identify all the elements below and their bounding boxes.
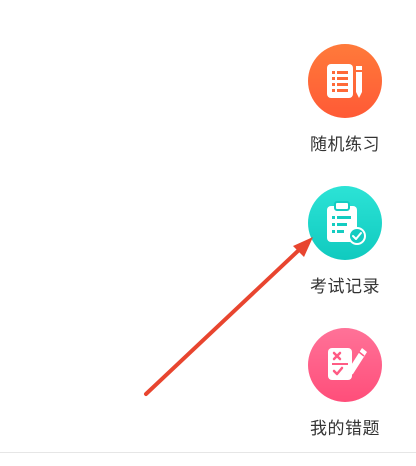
menu-item-label: 考试记录 bbox=[310, 277, 380, 297]
menu-item-label: 随机练习 bbox=[310, 135, 380, 155]
menu-item-exam-records[interactable]: 考试记录 bbox=[300, 186, 390, 297]
clipboard-check-icon bbox=[308, 186, 382, 260]
arrow-shaft bbox=[144, 247, 302, 396]
screen: 随机练习 考试记录 我的错题 bbox=[0, 0, 416, 466]
menu-item-label: 我的错题 bbox=[310, 419, 380, 439]
random-practice-icon-circle bbox=[308, 44, 382, 118]
menu-item-my-mistakes[interactable]: 我的错题 bbox=[300, 328, 390, 439]
exam-records-icon-circle bbox=[308, 186, 382, 260]
menu-item-random-practice[interactable]: 随机练习 bbox=[300, 44, 390, 155]
mistake-pencil-icon bbox=[308, 328, 382, 402]
notebook-pencil-icon bbox=[308, 44, 382, 118]
bottom-divider bbox=[0, 452, 416, 453]
my-mistakes-icon-circle bbox=[308, 328, 382, 402]
